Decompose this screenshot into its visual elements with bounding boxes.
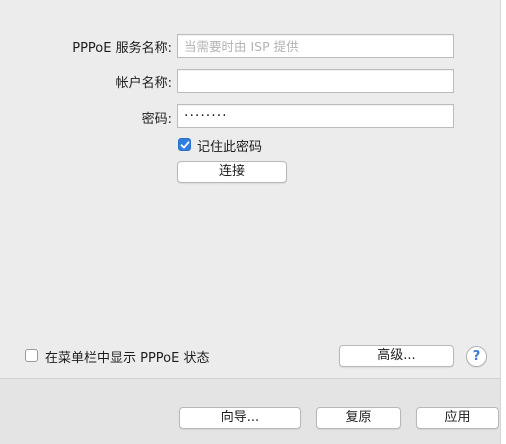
show-status-menubar-checkbox[interactable] (25, 349, 38, 362)
password-input[interactable]: ········ (177, 104, 454, 128)
revert-button[interactable]: 复原 (316, 407, 401, 429)
assistant-button[interactable]: 向导... (179, 407, 301, 429)
service-name-input[interactable] (177, 34, 454, 58)
help-icon[interactable]: ? (466, 346, 487, 367)
account-name-input[interactable] (177, 69, 454, 93)
advanced-button[interactable]: 高级... (339, 345, 454, 367)
show-status-menubar-label[interactable]: 在菜单栏中显示 PPPoE 状态 (45, 347, 210, 366)
remember-password-checkbox[interactable] (178, 138, 191, 151)
service-name-label: PPPoE 服务名称: (72, 41, 172, 56)
connect-button[interactable]: 连接 (177, 161, 287, 183)
remember-password-label[interactable]: 记住此密码 (197, 136, 262, 155)
password-label: 密码: (141, 112, 172, 127)
checkmark-icon (180, 141, 190, 149)
apply-button[interactable]: 应用 (416, 407, 499, 429)
account-name-label: 帐户名称: (115, 76, 172, 91)
window-margin (501, 0, 506, 444)
